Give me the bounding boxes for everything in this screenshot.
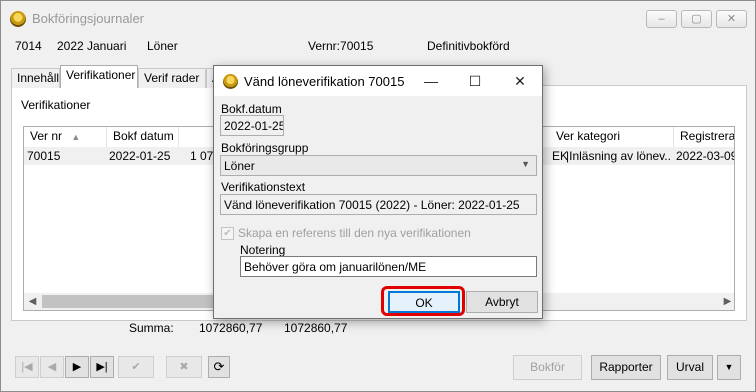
column-header-vernr-label: Ver nr [30,129,63,143]
summary-label: Summa: [129,321,174,335]
cell-registered: 2022-03-09 [676,149,735,163]
dialog-minimize-button[interactable]: — [420,71,442,91]
journal-year: 2022 [57,39,84,53]
chevron-down-icon: ▼ [521,159,530,169]
tab-verif-rader[interactable]: Verif rader [138,68,206,88]
app-logo-icon [10,11,26,27]
urval-button[interactable]: Urval [667,355,713,380]
confirm-button[interactable]: ✔ [118,356,154,378]
cell-date: 2022-01-25 [109,149,171,163]
tab-verifikationer[interactable]: Verifikationer [60,65,138,88]
minimize-button[interactable]: – [646,10,677,28]
bokf-datum-label: Bokf.datum [221,102,282,116]
journal-type: Löner [147,39,178,53]
bokfor-button[interactable]: Bokför [513,355,582,380]
reverse-verification-dialog: Vänd löneverifikation 70015 — ☐ ✕ Bokf.d… [213,65,543,319]
discard-button[interactable]: ✖ [166,356,202,378]
referens-checkbox[interactable]: ✔ [221,227,234,240]
close-button[interactable]: ✕ [716,10,747,28]
dialog-logo-icon [223,74,238,89]
next-record-button[interactable]: ▶ [65,356,89,378]
cell-category: |Inläsning av lönev... [566,149,672,163]
sort-asc-icon: ▲ [71,132,81,142]
column-header-vernr[interactable]: Ver nr ▲ [24,127,107,147]
journal-status: Definitivbokförd [427,39,510,53]
ok-button-highlight [381,286,465,316]
journal-id: 7014 [15,39,42,53]
journal-vernr: Vernr:70015 [308,39,374,53]
chevron-down-icon[interactable]: ▼ [717,355,741,380]
column-header-bokf-datum[interactable]: Bokf datum [107,127,179,147]
first-record-button[interactable]: |◀ [15,356,39,378]
verifikationstext-field[interactable]: Vänd löneverifikation 70015 (2022) - Lön… [220,194,537,215]
prev-record-button[interactable]: ◀ [40,356,64,378]
bokforingsgrupp-label: Bokföringsgrupp [221,141,309,155]
dialog-close-button[interactable]: ✕ [509,71,531,91]
last-record-button[interactable]: ▶| [90,356,114,378]
rapporter-button[interactable]: Rapporter [591,355,661,380]
scroll-right-icon[interactable]: ▶ [719,293,734,310]
dialog-title: Vänd löneverifikation 70015 [244,74,405,89]
window-title: Bokföringsjournaler [32,11,145,26]
dialog-title-bar: Vänd löneverifikation 70015 — ☐ ✕ [214,66,542,96]
dialog-maximize-button[interactable]: ☐ [464,71,486,91]
journal-month: Januari [87,39,127,53]
column-header-registrerad[interactable]: Registrerad [674,127,734,147]
bokf-datum-field[interactable]: 2022-01-25 [220,115,284,136]
avbryt-button[interactable]: Avbryt [466,291,538,313]
tab-innehall[interactable]: Innehåll [11,68,60,88]
summary-value-1: 1072860,77 [199,321,263,335]
referens-checkbox-label: Skapa en referens till den nya verifikat… [238,226,471,240]
title-bar: Bokföringsjournaler – ▢ ✕ [1,1,755,35]
notering-input[interactable]: Behöver göra om januarilönen/ME [240,256,537,277]
scroll-left-icon[interactable]: ◀ [24,293,41,310]
group-label-verifikationer: Verifikationer [21,98,91,112]
bokforingsgrupp-value: Löner [224,159,255,173]
maximize-button[interactable]: ▢ [681,10,712,28]
notering-label: Notering [240,243,286,257]
bokforingsgrupp-select[interactable]: Löner ▼ [220,155,537,176]
summary-value-2: 1072860,77 [284,321,348,335]
column-header-ver-kategori[interactable]: Ver kategori [550,127,674,147]
cell-vernr: 70015 [27,149,61,163]
refresh-icon[interactable]: ⟳ [208,356,230,378]
verifikationstext-label: Verifikationstext [221,180,306,194]
